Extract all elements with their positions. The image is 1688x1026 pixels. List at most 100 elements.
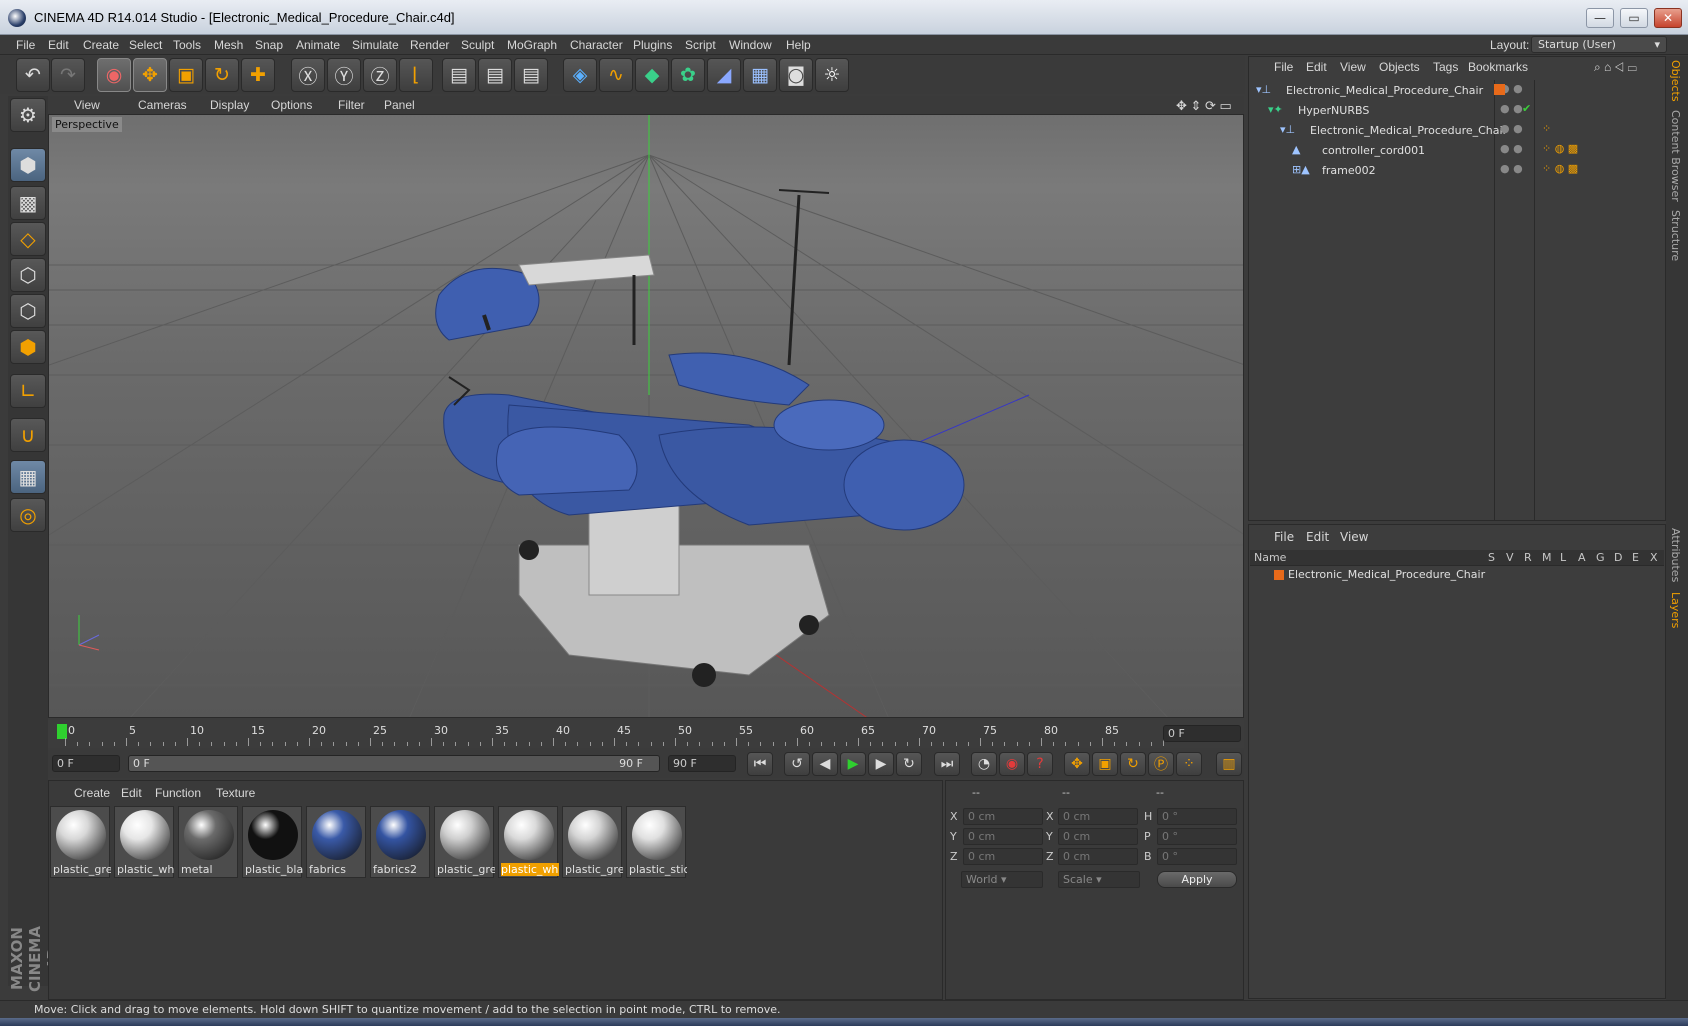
keyframe-selection-button[interactable]: ? <box>1027 752 1053 776</box>
menu-character[interactable]: Character <box>570 38 623 52</box>
viewport-nav-icons[interactable]: ✥ ⇕ ⟳ ▭ <box>1176 98 1232 114</box>
current-frame-field[interactable]: 0 F <box>1163 725 1241 742</box>
visibility-dots-icon[interactable]: ● ● <box>1500 142 1523 155</box>
model-mode-button[interactable]: ⬢ <box>10 148 46 182</box>
object-menu-view[interactable]: View <box>1340 60 1366 74</box>
material-swatch[interactable]: metal <box>178 806 238 878</box>
y-axis-lock-button[interactable]: Ⓨ <box>327 58 361 92</box>
object-menu-edit[interactable]: Edit <box>1306 60 1327 74</box>
coordinate-system-button[interactable]: ⌊ <box>399 58 433 92</box>
coord-value-field[interactable]: 0 cm <box>1058 848 1138 865</box>
viewport-menu-view[interactable]: View <box>74 98 100 112</box>
material-swatch[interactable]: fabrics <box>306 806 366 878</box>
add-nurbs-button[interactable]: ◆ <box>635 58 669 92</box>
key-pla-button[interactable]: ⁘ <box>1176 752 1202 776</box>
workplane-lock-button[interactable]: ▦ <box>10 460 46 494</box>
key-parameter-button[interactable]: Ⓟ <box>1148 752 1174 776</box>
viewport-menu-panel[interactable]: Panel <box>384 98 415 112</box>
material-swatch[interactable]: plastic_stic <box>626 806 687 878</box>
menu-select[interactable]: Select <box>129 38 162 52</box>
object-menu-objects[interactable]: Objects <box>1379 60 1420 74</box>
tab-content-browser[interactable]: Content Browser <box>1669 110 1682 202</box>
object-row[interactable]: ▾✦ HyperNURBS ● ● ✔ <box>1250 100 1664 120</box>
menu-tools[interactable]: Tools <box>173 38 201 52</box>
redo-button[interactable]: ↷ <box>51 58 85 92</box>
coord-value-field[interactable]: 0 ° <box>1157 848 1237 865</box>
soft-selection-button[interactable]: ◎ <box>10 498 46 532</box>
apply-button[interactable]: Apply <box>1157 871 1237 888</box>
object-menu-file[interactable]: File <box>1274 60 1293 74</box>
recent-tool-button[interactable]: ✚ <box>241 58 275 92</box>
prev-key-button[interactable]: ↺ <box>784 752 810 776</box>
menu-snap[interactable]: Snap <box>255 38 283 52</box>
material-menu-edit[interactable]: Edit <box>121 786 142 800</box>
phong-tag-icon[interactable]: ⁘ <box>1542 122 1551 135</box>
menu-mesh[interactable]: Mesh <box>214 38 243 52</box>
coord-value-field[interactable]: 0 cm <box>1058 828 1138 845</box>
material-tags-icon[interactable]: ⁘ ◍ ▩ <box>1542 142 1578 155</box>
layer-row[interactable]: Electronic_Medical_Procedure_Chair <box>1250 566 1664 584</box>
goto-start-button[interactable]: ⏮ <box>747 752 773 776</box>
next-key-button[interactable]: ↻ <box>896 752 922 776</box>
key-scale-button[interactable]: ▣ <box>1092 752 1118 776</box>
visibility-dots-icon[interactable]: ● ● <box>1500 122 1523 135</box>
close-button[interactable]: ✕ <box>1654 8 1682 28</box>
coordinate-space-dropdown[interactable]: World ▾ <box>961 871 1043 888</box>
add-deformer-button[interactable]: ◢ <box>707 58 741 92</box>
points-mode-button[interactable]: ⬡ <box>10 258 46 292</box>
playhead-marker[interactable] <box>57 724 67 739</box>
coord-value-field[interactable]: 0 cm <box>963 848 1043 865</box>
viewport-menu-filter[interactable]: Filter <box>338 98 365 112</box>
undo-button[interactable]: ↶ <box>16 58 50 92</box>
menu-render[interactable]: Render <box>410 38 449 52</box>
material-swatch[interactable]: fabrics2 <box>370 806 430 878</box>
maximize-button[interactable]: ▭ <box>1620 8 1648 28</box>
menu-file[interactable]: File <box>16 38 35 52</box>
rotate-tool-button[interactable]: ↻ <box>205 58 239 92</box>
scale-tool-button[interactable]: ▣ <box>169 58 203 92</box>
material-tags-icon[interactable]: ⁘ ◍ ▩ <box>1542 162 1578 175</box>
add-cube-button[interactable]: ◈ <box>563 58 597 92</box>
end-frame-field[interactable]: 90 F <box>668 755 736 772</box>
object-row[interactable]: ▲ controller_cord001 ● ● ⁘ ◍ ▩ <box>1250 140 1664 160</box>
3d-viewport[interactable] <box>48 114 1244 718</box>
goto-end-button[interactable]: ⏭ <box>934 752 960 776</box>
next-frame-button[interactable]: ▶ <box>868 752 894 776</box>
edges-mode-button[interactable]: ⬡ <box>10 294 46 328</box>
viewport-menu-display[interactable]: Display <box>210 98 249 112</box>
prev-frame-button[interactable]: ◀ <box>812 752 838 776</box>
object-menu-tags[interactable]: Tags <box>1433 60 1458 74</box>
object-row[interactable]: ▾⊥ Electronic_Medical_Procedure_Chair ● ● <box>1250 80 1664 100</box>
menu-window[interactable]: Window <box>729 38 772 52</box>
material-swatch[interactable]: plastic_whi <box>114 806 175 878</box>
key-rotation-button[interactable]: ↻ <box>1120 752 1146 776</box>
material-menu-create[interactable]: Create <box>74 786 110 800</box>
coord-value-field[interactable]: 0 ° <box>1157 828 1237 845</box>
record-keys-button[interactable]: ◔ <box>971 752 997 776</box>
coord-value-field[interactable]: 0 cm <box>963 808 1043 825</box>
menu-mograph[interactable]: MoGraph <box>507 38 557 52</box>
menu-help[interactable]: Help <box>786 38 811 52</box>
menu-animate[interactable]: Animate <box>296 38 340 52</box>
transform-mode-dropdown[interactable]: Scale ▾ <box>1058 871 1140 888</box>
move-tool-button[interactable]: ✥ <box>133 58 167 92</box>
enabled-check-icon[interactable]: ✔ <box>1522 102 1531 115</box>
timeline-window-button[interactable]: ▥ <box>1216 752 1242 776</box>
play-button[interactable]: ▶ <box>840 752 866 776</box>
material-swatch[interactable]: plastic_gre <box>434 806 495 878</box>
menu-simulate[interactable]: Simulate <box>352 38 399 52</box>
menu-plugins[interactable]: Plugins <box>633 38 672 52</box>
layout-dropdown[interactable]: Startup (User) ▾ <box>1531 36 1667 53</box>
menu-edit[interactable]: Edit <box>48 38 69 52</box>
coord-value-field[interactable]: 0 ° <box>1157 808 1237 825</box>
object-row[interactable]: ⊞▲ frame002 ● ● ⁘ ◍ ▩ <box>1250 160 1664 180</box>
menu-script[interactable]: Script <box>685 38 716 52</box>
add-spline-button[interactable]: ∿ <box>599 58 633 92</box>
coord-value-field[interactable]: 0 cm <box>1058 808 1138 825</box>
visibility-dots-icon[interactable]: ● ● <box>1500 102 1523 115</box>
viewport-menu-options[interactable]: Options <box>271 98 312 112</box>
material-swatch[interactable]: plastic_gre <box>50 806 111 878</box>
viewport-menu-cameras[interactable]: Cameras <box>138 98 187 112</box>
key-position-button[interactable]: ✥ <box>1064 752 1090 776</box>
add-light-button[interactable]: ☼ <box>815 58 849 92</box>
